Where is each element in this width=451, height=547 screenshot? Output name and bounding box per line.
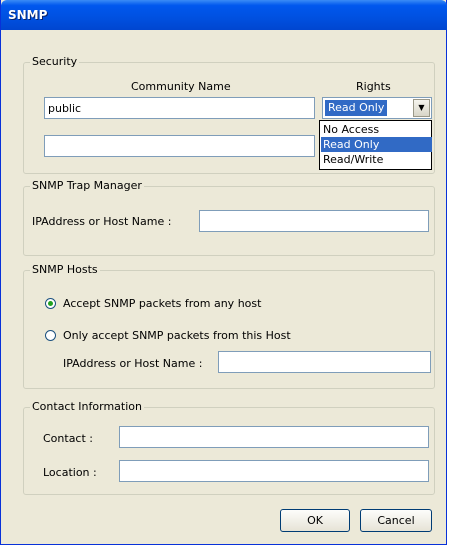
radio-this-host-label[interactable]: Only accept SNMP packets from this Host: [63, 329, 291, 342]
contact-label: Contact :: [43, 432, 93, 445]
hosts-ip-label: IPAddress or Host Name :: [63, 357, 203, 370]
security-legend: Security: [30, 55, 80, 68]
trap-manager-legend: SNMP Trap Manager: [30, 179, 144, 192]
rights-header: Rights: [356, 80, 391, 93]
community-name-header: Community Name: [131, 80, 231, 93]
community-name-field-2[interactable]: [44, 135, 315, 157]
window-title: SNMP: [8, 8, 48, 22]
location-field[interactable]: [119, 460, 429, 482]
community-name-field-1[interactable]: [44, 97, 315, 119]
rights-option-read-only[interactable]: Read Only: [321, 137, 432, 152]
snmp-hosts-legend: SNMP Hosts: [30, 263, 100, 276]
contact-legend: Contact Information: [30, 400, 144, 413]
rights-select[interactable]: Read Only ▼: [322, 97, 432, 119]
radio-this-host[interactable]: [45, 330, 56, 341]
radio-selected-dot: [48, 301, 53, 306]
rights-dropdown-button[interactable]: ▼: [413, 99, 430, 117]
rights-dropdown-list: No Access Read Only Read/Write: [319, 120, 432, 170]
rights-option-no-access[interactable]: No Access: [321, 122, 432, 137]
cancel-button[interactable]: Cancel: [360, 509, 432, 532]
location-label: Location :: [43, 466, 97, 479]
hosts-ip-field[interactable]: [218, 351, 431, 373]
radio-any-host-label[interactable]: Accept SNMP packets from any host: [63, 297, 261, 310]
ok-button[interactable]: OK: [280, 509, 350, 532]
rights-selected-value: Read Only: [325, 100, 388, 116]
trap-ip-label: IPAddress or Host Name :: [32, 215, 172, 228]
trap-ip-field[interactable]: [199, 210, 429, 232]
contact-field[interactable]: [119, 426, 429, 448]
radio-any-host[interactable]: [45, 298, 56, 309]
rights-option-read-write[interactable]: Read/Write: [321, 152, 432, 167]
title-bar[interactable]: SNMP: [1, 0, 447, 30]
snmp-dialog: SNMP Security Community Name Rights Read…: [0, 0, 447, 545]
chevron-down-icon: ▼: [418, 103, 425, 112]
